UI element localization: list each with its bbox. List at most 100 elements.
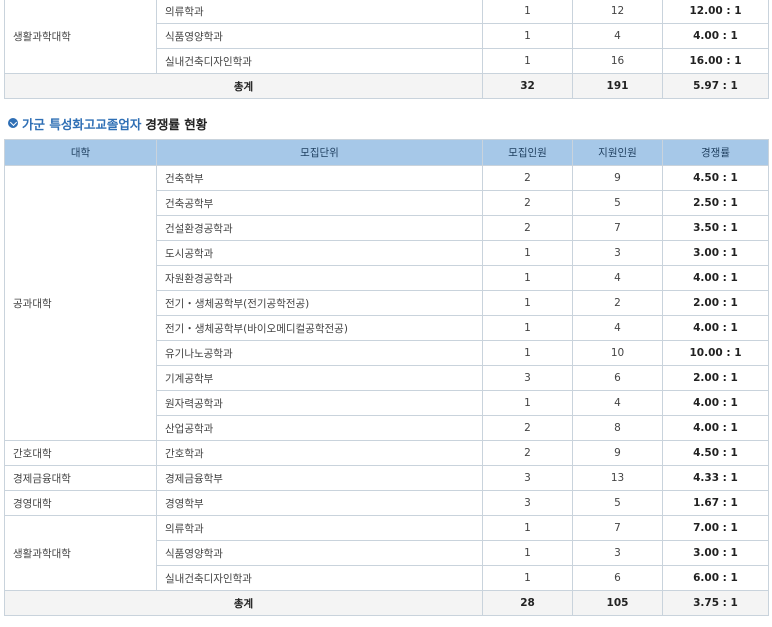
recruit-cell: 1 — [482, 565, 573, 591]
recruit-cell: 1 — [482, 540, 573, 566]
unit-cell: 의류학과 — [156, 515, 483, 541]
total-row: 총계 28 105 3.75 : 1 — [4, 590, 769, 616]
total-recruit: 28 — [482, 590, 573, 616]
applicants-cell: 4 — [572, 390, 663, 416]
unit-cell: 산업공학과 — [156, 415, 483, 441]
table-row: 공과대학 건축학부 2 9 4.50 : 1 — [4, 165, 769, 441]
applicants-cell: 7 — [572, 215, 663, 241]
college-cell: 생활과학대학 — [4, 515, 157, 591]
applicants-cell: 3 — [572, 540, 663, 566]
ratio-cell: 10.00 : 1 — [662, 340, 769, 366]
applicants-cell: 5 — [572, 190, 663, 216]
ratio-cell: 4.00 : 1 — [662, 315, 769, 341]
unit-cell: 전기・생체공학부(바이오메디컬공학전공) — [156, 315, 483, 341]
ratio-cell: 3.00 : 1 — [662, 540, 769, 566]
applicants-cell: 6 — [572, 365, 663, 391]
header-recruit: 모집인원 — [482, 139, 573, 166]
competition-table-2: 대학 모집단위 모집인원 지원인원 경쟁률 공과대학 건축학부 2 9 4.50 : 1… — [4, 139, 769, 616]
unit-cell: 간호학과 — [156, 440, 483, 466]
recruit-cell: 3 — [482, 365, 573, 391]
unit-cell: 실내건축디자인학과 — [156, 565, 483, 591]
ratio-cell: 6.00 : 1 — [662, 565, 769, 591]
ratio-cell: 4.50 : 1 — [662, 165, 769, 191]
unit-cell: 의류학과 — [156, 0, 483, 24]
section-heading: 가군 특성화고교졸업자 경쟁률 현황 — [8, 114, 207, 132]
recruit-cell: 1 — [482, 340, 573, 366]
table-row: 생활과학대학 의류학과 1 7 7.00 : 1 — [4, 515, 769, 591]
total-recruit: 32 — [482, 73, 573, 99]
unit-cell: 건설환경공학과 — [156, 215, 483, 241]
header-unit: 모집단위 — [156, 139, 483, 166]
ratio-cell: 7.00 : 1 — [662, 515, 769, 541]
applicants-cell: 4 — [572, 315, 663, 341]
ratio-cell: 1.67 : 1 — [662, 490, 769, 516]
recruit-cell: 2 — [482, 440, 573, 466]
total-label: 총계 — [4, 73, 483, 99]
recruit-cell: 1 — [482, 390, 573, 416]
ratio-cell: 12.00 : 1 — [662, 0, 769, 24]
table-header-row: 대학 모집단위 모집인원 지원인원 경쟁률 — [4, 139, 769, 166]
ratio-cell: 4.50 : 1 — [662, 440, 769, 466]
total-applicants: 191 — [572, 73, 663, 99]
college-cell: 생활과학대학 — [4, 0, 157, 74]
unit-cell: 도시공학과 — [156, 240, 483, 266]
ratio-cell: 3.00 : 1 — [662, 240, 769, 266]
recruit-cell: 2 — [482, 190, 573, 216]
unit-cell: 식품영양학과 — [156, 23, 483, 49]
table-row: 경영대학 경영학부 3 5 1.67 : 1 — [4, 490, 769, 516]
applicants-cell: 4 — [572, 23, 663, 49]
applicants-cell: 10 — [572, 340, 663, 366]
unit-cell: 전기・생체공학부(전기공학전공) — [156, 290, 483, 316]
total-applicants: 105 — [572, 590, 663, 616]
header-ratio: 경쟁률 — [662, 139, 769, 166]
unit-cell: 원자력공학과 — [156, 390, 483, 416]
unit-cell: 경영학부 — [156, 490, 483, 516]
recruit-cell: 3 — [482, 490, 573, 516]
recruit-cell: 1 — [482, 23, 573, 49]
college-cell: 공과대학 — [4, 165, 157, 441]
recruit-cell: 1 — [482, 265, 573, 291]
ratio-cell: 4.00 : 1 — [662, 390, 769, 416]
applicants-cell: 8 — [572, 415, 663, 441]
recruit-cell: 1 — [482, 48, 573, 74]
applicants-cell: 2 — [572, 290, 663, 316]
ratio-cell: 4.00 : 1 — [662, 415, 769, 441]
applicants-cell: 9 — [572, 440, 663, 466]
section-title-highlight: 가군 특성화고교졸업자 — [22, 116, 142, 132]
applicants-cell: 5 — [572, 490, 663, 516]
header-college: 대학 — [4, 139, 157, 166]
ratio-cell: 4.00 : 1 — [662, 265, 769, 291]
recruit-cell: 1 — [482, 0, 573, 24]
applicants-cell: 4 — [572, 265, 663, 291]
unit-cell: 기계공학부 — [156, 365, 483, 391]
recruit-cell: 2 — [482, 415, 573, 441]
applicants-cell: 13 — [572, 465, 663, 491]
header-applicants: 지원인원 — [572, 139, 663, 166]
applicants-cell: 7 — [572, 515, 663, 541]
unit-cell: 자원환경공학과 — [156, 265, 483, 291]
total-label: 총계 — [4, 590, 483, 616]
ratio-cell: 4.33 : 1 — [662, 465, 769, 491]
unit-cell: 식품영양학과 — [156, 540, 483, 566]
table-row: 경제금융대학 경제금융학부 3 13 4.33 : 1 — [4, 465, 769, 491]
unit-cell: 건축공학부 — [156, 190, 483, 216]
ratio-cell: 16.00 : 1 — [662, 48, 769, 74]
applicants-cell: 6 — [572, 565, 663, 591]
total-row: 총계 32 191 5.97 : 1 — [4, 73, 769, 99]
ratio-cell: 2.00 : 1 — [662, 290, 769, 316]
total-ratio: 3.75 : 1 — [662, 590, 769, 616]
ratio-cell: 2.00 : 1 — [662, 365, 769, 391]
chevron-circle-icon — [8, 118, 18, 128]
unit-cell: 건축학부 — [156, 165, 483, 191]
applicants-cell: 16 — [572, 48, 663, 74]
unit-cell: 실내건축디자인학과 — [156, 48, 483, 74]
college-cell: 경영대학 — [4, 490, 157, 516]
recruit-cell: 1 — [482, 240, 573, 266]
recruit-cell: 1 — [482, 515, 573, 541]
competition-table-1: 생활과학대학 의류학과 1 12 12.00 : 1 식품영양학과 1 4 4.00 : 1 실내… — [4, 0, 769, 99]
unit-cell: 유기나노공학과 — [156, 340, 483, 366]
total-ratio: 5.97 : 1 — [662, 73, 769, 99]
recruit-cell: 1 — [482, 315, 573, 341]
table-row: 간호대학 간호학과 2 9 4.50 : 1 — [4, 440, 769, 466]
ratio-cell: 3.50 : 1 — [662, 215, 769, 241]
